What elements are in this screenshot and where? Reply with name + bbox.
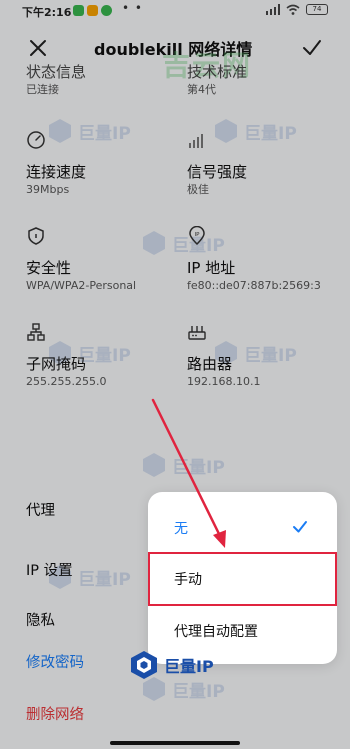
option-label: 代理自动配置 xyxy=(174,624,258,640)
annotation-highlight-box xyxy=(148,552,337,606)
brand-logo-icon xyxy=(131,651,157,679)
selected-check-icon xyxy=(293,521,307,533)
proxy-option-none[interactable]: 无 xyxy=(148,502,337,554)
home-indicator[interactable] xyxy=(110,741,240,745)
option-label: 无 xyxy=(174,521,188,537)
watermark-logo: 巨量IP xyxy=(130,650,214,680)
watermark-brand-text: 巨量IP xyxy=(164,657,214,676)
